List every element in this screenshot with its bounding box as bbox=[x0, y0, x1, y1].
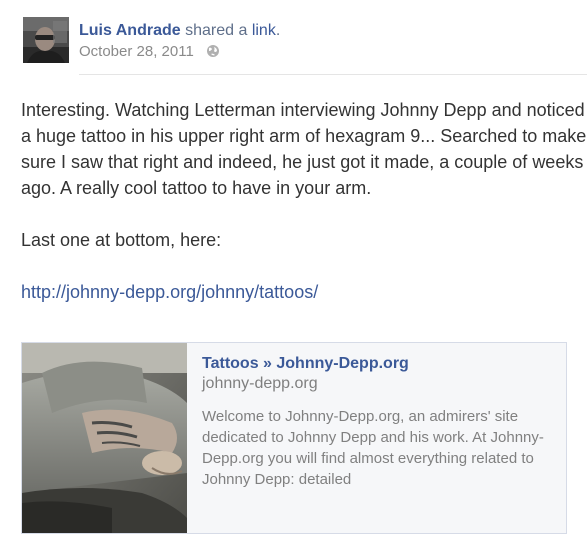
story-message: Interesting. Watching Letterman intervie… bbox=[21, 97, 587, 305]
shared-object-link[interactable]: link bbox=[252, 22, 276, 39]
actor-line: Luis Andrade shared a link. bbox=[79, 22, 280, 40]
message-paragraph: Last one at bottom, here: bbox=[21, 230, 222, 250]
timestamp-link[interactable]: October 28, 2011 bbox=[79, 43, 194, 60]
attachment-description: Welcome to Johnny-Depp.org, an admirers'… bbox=[202, 408, 544, 488]
actor-verb: shared a bbox=[185, 22, 248, 39]
message-paragraph: Interesting. Watching Letterman intervie… bbox=[21, 100, 587, 198]
story-meta: October 28, 2011 bbox=[79, 43, 220, 63]
actor-period: . bbox=[275, 22, 281, 39]
attachment-title-link[interactable]: Tattoos » Johnny-Depp.org bbox=[202, 354, 557, 374]
link-attachment[interactable]: Tattoos » Johnny-Depp.org johnny-depp.or… bbox=[21, 342, 567, 534]
attachment-body: Tattoos » Johnny-Depp.org johnny-depp.or… bbox=[202, 354, 557, 490]
actor-name-link[interactable]: Luis Andrade bbox=[79, 22, 181, 39]
attachment-domain: johnny-depp.org bbox=[202, 375, 318, 392]
avatar[interactable] bbox=[23, 17, 69, 63]
story-header: Luis Andrade shared a link. October 28, … bbox=[23, 17, 587, 75]
globe-icon[interactable] bbox=[206, 44, 220, 63]
attachment-thumbnail[interactable] bbox=[22, 343, 187, 533]
header-divider bbox=[79, 74, 587, 75]
message-url-link[interactable]: http://johnny-depp.org/johnny/tattoos/ bbox=[21, 282, 318, 302]
